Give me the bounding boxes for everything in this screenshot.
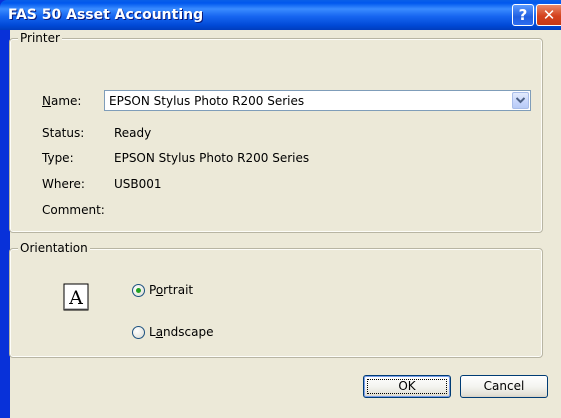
comment-label: Comment: bbox=[42, 203, 105, 217]
status-value: Ready bbox=[114, 126, 152, 140]
ok-button[interactable]: OK bbox=[363, 375, 451, 398]
portrait-page-icon: A bbox=[63, 283, 89, 311]
type-label: Type: bbox=[42, 151, 74, 165]
help-icon: ? bbox=[518, 6, 528, 24]
chevron-down-icon bbox=[516, 97, 525, 104]
close-button[interactable]: ✕ bbox=[536, 4, 561, 26]
name-label: Name: bbox=[42, 94, 82, 108]
type-value: EPSON Stylus Photo R200 Series bbox=[114, 151, 310, 165]
printer-name-value: EPSON Stylus Photo R200 Series bbox=[109, 94, 305, 108]
where-value: USB001 bbox=[114, 177, 162, 191]
where-label: Where: bbox=[42, 177, 85, 191]
landscape-radio[interactable] bbox=[132, 326, 145, 339]
dropdown-button[interactable] bbox=[512, 92, 529, 109]
portrait-radio[interactable] bbox=[132, 284, 145, 297]
status-label: Status: bbox=[42, 126, 85, 140]
svg-text:A: A bbox=[68, 287, 83, 309]
cancel-button-label: Cancel bbox=[483, 379, 525, 393]
orientation-group-label: Orientation bbox=[18, 241, 90, 255]
cancel-button[interactable]: Cancel bbox=[460, 375, 548, 398]
window-title: FAS 50 Asset Accounting bbox=[8, 7, 204, 23]
portrait-label[interactable]: Portrait bbox=[149, 283, 193, 297]
landscape-label[interactable]: Landscape bbox=[149, 325, 213, 339]
help-button[interactable]: ? bbox=[512, 4, 534, 26]
close-icon: ✕ bbox=[542, 6, 556, 24]
printer-name-select[interactable]: EPSON Stylus Photo R200 Series bbox=[104, 90, 531, 111]
printer-group-label: Printer bbox=[18, 31, 62, 45]
orientation-group: Orientation bbox=[9, 241, 543, 358]
title-bar[interactable]: FAS 50 Asset Accounting ? ✕ bbox=[0, 0, 561, 30]
focus-rect bbox=[367, 379, 447, 394]
